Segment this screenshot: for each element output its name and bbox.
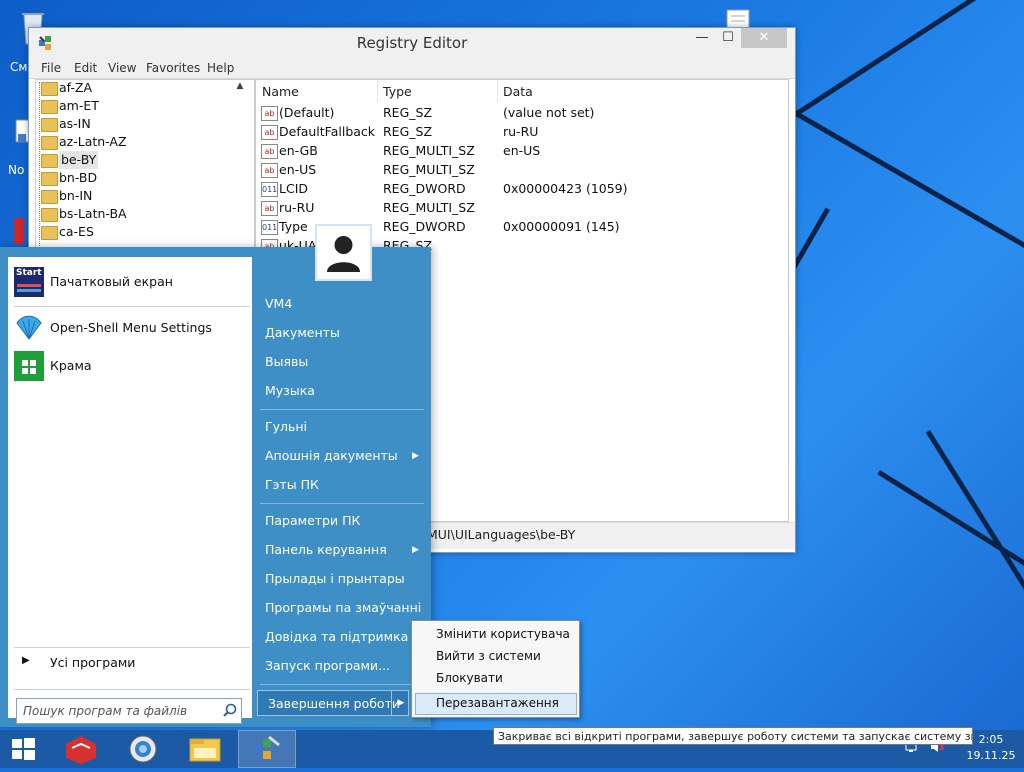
clock-date: 19.11.25	[966, 749, 1016, 762]
string-value-icon: ab	[261, 201, 278, 216]
shutdown-options-arrow[interactable]: ▶	[391, 690, 410, 716]
pc-settings-item[interactable]: Параметри ПК	[265, 508, 425, 534]
folder-icon	[41, 118, 58, 132]
column-header-type[interactable]: Type	[383, 83, 412, 101]
shutdown-button[interactable]: Завершення роботи	[257, 690, 409, 716]
folder-icon	[41, 172, 58, 186]
binary-value-icon: 011	[261, 220, 278, 235]
folder-icon	[41, 208, 58, 222]
string-value-icon: ab	[261, 144, 278, 159]
folder-icon	[41, 100, 58, 114]
recent-documents-item[interactable]: Апошнія дакументы	[265, 443, 425, 469]
shell-icon	[14, 313, 44, 343]
string-value-icon: ab	[261, 106, 278, 121]
menu-file[interactable]: File	[41, 58, 61, 78]
column-header-data[interactable]: Data	[503, 83, 533, 101]
menu-help[interactable]: Help	[207, 58, 234, 78]
lock-item[interactable]: Блокувати	[436, 667, 503, 689]
window-title: Registry Editor	[356, 34, 468, 52]
games-item[interactable]: Гульні	[265, 414, 425, 440]
separator	[14, 689, 250, 690]
desktop-icon-label-1: См	[10, 60, 28, 74]
chevron-right-icon: ▶	[412, 451, 419, 461]
control-panel-item[interactable]: Панель керування	[265, 537, 425, 563]
start-menu-programs-pane: Start Пачатковый екран Open-Shell Menu S…	[8, 257, 252, 724]
value-row[interactable]: ab en-GB REG_MULTI_SZ en-US	[261, 141, 791, 160]
column-header-name[interactable]: Name	[262, 83, 299, 101]
red-app-taskbar-icon[interactable]	[58, 730, 104, 768]
separator	[14, 647, 250, 648]
value-row[interactable]: ab (Default) REG_SZ (value not set)	[261, 103, 791, 122]
separator	[260, 684, 424, 685]
value-row[interactable]: ab ru-RU REG_MULTI_SZ	[261, 198, 791, 217]
status-path: MUI\UILanguages\be-BY	[427, 527, 576, 542]
menu-view[interactable]: View	[108, 58, 136, 78]
search-icon[interactable]	[223, 703, 237, 717]
triangle-right-icon: ▶	[22, 655, 30, 666]
column-separator[interactable]	[377, 80, 378, 102]
tree-scroll-up-arrow[interactable]: ▲	[233, 81, 247, 95]
start-screen-item[interactable]: Start Пачатковый екран	[14, 265, 250, 299]
all-programs-item[interactable]: ▶ Усі програми	[14, 651, 250, 675]
menu-edit[interactable]: Edit	[74, 58, 97, 78]
windows-start-button[interactable]	[0, 730, 46, 768]
folder-icon	[41, 154, 58, 168]
run-item[interactable]: Запуск програми...	[265, 653, 425, 679]
user-folder-item[interactable]: VM4	[265, 291, 425, 317]
separator	[260, 503, 424, 504]
devices-printers-item[interactable]: Прылады і прынтары	[265, 566, 425, 592]
folder-icon	[41, 82, 58, 96]
menu-favorites[interactable]: Favorites	[146, 58, 200, 78]
binary-value-icon: 011	[261, 182, 278, 197]
red-app-icon[interactable]	[14, 218, 24, 244]
sign-out-item[interactable]: Вийти з системи	[436, 645, 541, 667]
store-item[interactable]: Крама	[14, 349, 250, 383]
browser-icon[interactable]	[120, 730, 166, 768]
column-separator[interactable]	[497, 80, 498, 102]
value-row[interactable]: 011 LCID REG_DWORD 0x00000423 (1059)	[261, 179, 791, 198]
music-item[interactable]: Музыка	[265, 378, 425, 404]
restart-item[interactable]: Перезавантаження	[436, 692, 559, 714]
string-value-icon: ab	[261, 125, 278, 140]
open-shell-settings-item[interactable]: Open-Shell Menu Settings	[14, 311, 250, 345]
chevron-right-icon: ▶	[412, 545, 419, 555]
separator	[260, 409, 424, 410]
help-support-item[interactable]: Довідка та підтримка	[265, 624, 425, 650]
close-button[interactable]: ✕	[741, 28, 787, 48]
shutdown-submenu: Змінити користувача Вийти з системи Блок…	[411, 620, 580, 718]
folder-icon	[41, 136, 58, 150]
restart-tooltip: Закриває всі відкриті програми, завершує…	[493, 727, 973, 745]
string-value-icon: ab	[261, 163, 278, 178]
regedit-taskbar-icon[interactable]	[238, 730, 296, 768]
documents-item[interactable]: Дакументы	[265, 320, 425, 346]
user-avatar[interactable]	[315, 224, 372, 281]
menu-bar: File Edit View Favorites Help	[29, 58, 795, 79]
store-icon	[14, 351, 44, 381]
value-row[interactable]: ab en-US REG_MULTI_SZ	[261, 160, 791, 179]
maximize-button[interactable]: ☐	[715, 28, 741, 48]
default-programs-item[interactable]: Програмы па змаўчанні	[265, 595, 425, 621]
switch-user-item[interactable]: Змінити користувача	[436, 623, 570, 645]
pictures-item[interactable]: Выявы	[265, 349, 425, 375]
minimize-button[interactable]: —	[689, 28, 715, 48]
desktop-icon-label-2: No	[8, 163, 25, 177]
separator	[14, 306, 250, 307]
file-explorer-icon[interactable]	[182, 730, 228, 768]
this-pc-item[interactable]: Гэты ПК	[265, 472, 425, 498]
folder-icon	[41, 190, 58, 204]
value-row[interactable]: ab DefaultFallback REG_SZ ru-RU	[261, 122, 791, 141]
start-screen-icon: Start	[14, 267, 44, 297]
search-input[interactable]: Пошук програм та файлів	[16, 698, 242, 724]
folder-icon	[41, 226, 58, 240]
